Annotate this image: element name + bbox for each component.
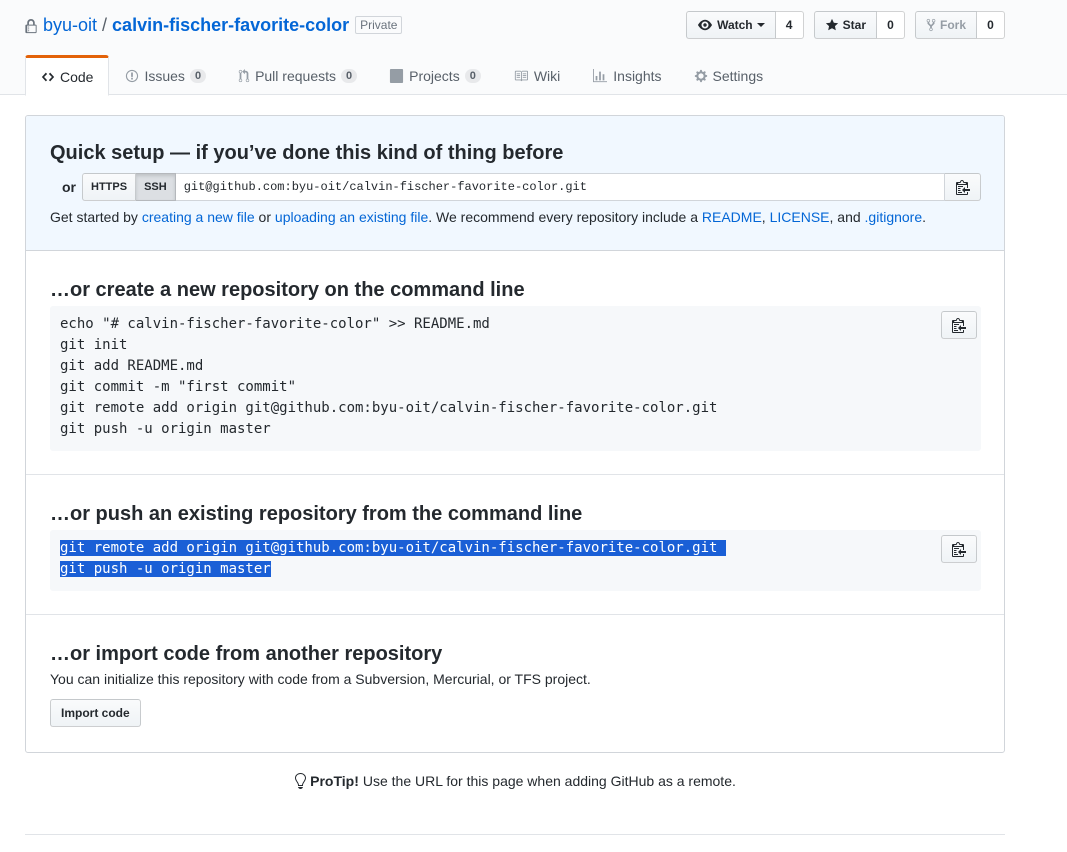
tab-pull-requests-label: Pull requests [255,68,336,84]
repo-setup-box: Quick setup — if you’ve done this kind o… [25,115,1005,753]
or-text: or [254,209,275,225]
fork-button[interactable]: Fork [914,11,977,39]
fork-icon [926,18,936,32]
protip-text: Use the URL for this page when adding Gi… [362,773,736,789]
import-code-button[interactable]: Import code [50,699,141,727]
quick-setup-section: Quick setup — if you’ve done this kind o… [26,116,1004,251]
repo-path-separator: / [102,14,108,35]
repo-actions: Watch 4 Star 0 Fork 0 [676,11,1005,39]
watch-button[interactable]: Watch [686,11,776,39]
tab-issues[interactable]: Issues 0 [109,55,222,95]
tab-insights[interactable]: Insights [576,55,677,95]
push-repo-title: …or push an existing repository from the… [50,503,583,525]
star-label: Star [842,18,866,32]
push-repo-code[interactable]: git remote add origin git@github.com:byu… [50,530,981,588]
star-group: Star 0 [813,11,905,39]
clipboard-icon [955,180,970,195]
and-text: , and [829,209,865,225]
graph-icon [593,69,608,83]
star-icon [825,18,838,31]
or-label: or [62,179,76,195]
license-link[interactable]: LICENSE [770,209,830,225]
get-started-text: Get started by creating a new file or up… [50,209,926,225]
fork-label: Fork [939,18,966,32]
protip-label: ProTip! [310,773,359,789]
tab-settings[interactable]: Settings [678,55,780,95]
tab-projects[interactable]: Projects 0 [373,55,497,95]
create-repo-section: …or create a new repository on the comma… [26,251,1004,475]
import-section: …or import code from another repository … [26,615,1004,752]
fork-group: Fork 0 [914,11,1005,39]
watch-group: Watch 4 [686,11,804,39]
quick-setup-title: Quick setup — if you’ve done this kind o… [50,142,564,164]
repo-nav: Code Issues 0 Pull requests 0 Projects 0… [25,55,780,96]
push-repo-code-block: git remote add origin git@github.com:byu… [50,530,981,591]
readme-link[interactable]: README [702,209,762,225]
tab-wiki[interactable]: Wiki [497,55,576,95]
recommend-text: . We recommend every repository include … [428,209,702,225]
tab-pull-requests[interactable]: Pull requests 0 [222,55,373,95]
clone-url-input[interactable]: git@github.com:byu-oit/calvin-fischer-fa… [175,173,945,201]
import-description: You can initialize this repository with … [50,671,591,687]
project-icon [390,69,404,83]
lock-icon [25,18,37,33]
push-repo-section: …or push an existing repository from the… [26,475,1004,615]
tab-insights-label: Insights [613,68,662,84]
period-text: . [922,209,927,225]
star-count[interactable]: 0 [876,11,905,39]
footer-divider [25,834,1005,835]
create-new-file-link[interactable]: creating a new file [142,209,255,225]
book-icon [514,70,528,82]
gear-icon [694,69,707,83]
clipboard-icon [952,318,966,333]
copy-url-button[interactable] [945,173,981,201]
get-started-prefix: Get started by [50,209,142,225]
fork-count[interactable]: 0 [977,11,1005,39]
issues-counter: 0 [189,69,207,83]
selected-code-line-1: git remote add origin git@github.com:byu… [60,540,726,556]
projects-counter: 0 [464,69,481,83]
ssh-button[interactable]: SSH [136,173,176,201]
code-icon [41,72,55,81]
copy-create-commands-button[interactable] [941,311,977,339]
clipboard-icon [952,542,966,557]
pull-request-icon [238,69,250,83]
tab-issues-label: Issues [144,68,185,84]
repo-header: byu-oit / calvin-fischer-favorite-color … [0,0,1067,96]
star-button[interactable]: Star [813,11,877,39]
pulls-counter: 0 [341,69,358,83]
protip: ProTip! Use the URL for this page when a… [0,773,1030,789]
gitignore-link[interactable]: .gitignore [865,209,923,225]
import-title: …or import code from another repository [50,643,443,665]
repo-owner-link[interactable]: byu-oit [43,15,97,36]
tab-code[interactable]: Code [25,55,110,96]
watch-count[interactable]: 4 [775,11,804,39]
tab-wiki-label: Wiki [533,68,561,84]
eye-icon [698,19,713,31]
issue-icon [126,69,139,83]
repo-name-link[interactable]: calvin-fischer-favorite-color [112,15,349,36]
https-button[interactable]: HTTPS [82,173,137,201]
selected-code-line-2: git push -u origin master [60,561,271,577]
chevron-down-icon [756,23,765,27]
lightbulb-icon [295,773,307,789]
create-repo-title: …or create a new repository on the comma… [50,279,525,301]
create-repo-code-block: echo "# calvin-fischer-favorite-color" >… [50,306,981,451]
repo-title: byu-oit / calvin-fischer-favorite-color … [25,13,403,37]
private-badge: Private [355,16,403,34]
comma-text: , [761,209,770,225]
tab-projects-label: Projects [409,68,460,84]
watch-label: Watch [717,18,753,32]
upload-file-link[interactable]: uploading an existing file [275,209,428,225]
tab-settings-label: Settings [712,68,764,84]
create-repo-code[interactable]: echo "# calvin-fischer-favorite-color" >… [50,306,981,448]
copy-push-commands-button[interactable] [941,535,977,563]
clone-url-row: or HTTPS SSH git@github.com:byu-oit/calv… [50,173,981,201]
tab-code-label: Code [60,68,94,85]
